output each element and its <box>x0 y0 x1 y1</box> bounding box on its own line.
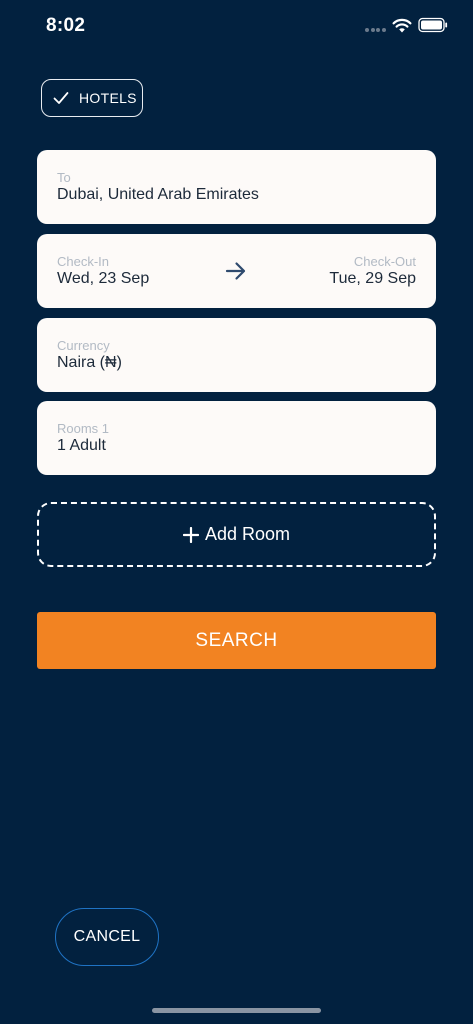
status-bar: 8:02 <box>0 0 473 50</box>
destination-value: Dubai, United Arab Emirates <box>57 186 259 203</box>
destination-label: To <box>57 170 71 185</box>
checkin-label: Check-In <box>57 254 110 269</box>
status-time: 8:02 <box>46 15 86 36</box>
currency-field[interactable]: Currency Naira (₦) <box>37 318 436 392</box>
plus-icon <box>182 526 199 543</box>
home-indicator[interactable] <box>152 1008 321 1013</box>
hotels-filter-chip[interactable]: HOTELS <box>41 79 143 117</box>
search-button[interactable]: SEARCH <box>37 612 436 669</box>
currency-value: Naira (₦) <box>57 354 122 371</box>
arrow-right-icon <box>225 262 246 280</box>
currency-label: Currency <box>57 338 110 353</box>
cellular-signal-icon <box>365 28 387 32</box>
hotels-chip-label: HOTELS <box>79 90 137 106</box>
battery-icon <box>418 17 448 33</box>
destination-field[interactable]: To Dubai, United Arab Emirates <box>37 150 436 224</box>
checkin-value: Wed, 23 Sep <box>57 270 150 287</box>
checkout-value: Tue, 29 Sep <box>329 270 416 287</box>
checkout-label: Check-Out <box>353 254 416 269</box>
dates-field[interactable]: Check-In Wed, 23 Sep Check-Out Tue, 29 S… <box>37 234 436 308</box>
rooms-value: 1 Adult <box>57 437 106 454</box>
rooms-field[interactable]: Rooms 1 1 Adult <box>37 401 436 475</box>
add-room-button[interactable]: Add Room <box>37 502 436 567</box>
add-room-label: Add Room <box>204 524 291 544</box>
check-icon <box>53 92 69 104</box>
search-label: SEARCH <box>195 629 278 651</box>
wifi-icon <box>392 18 412 33</box>
cancel-label: CANCEL <box>73 928 141 945</box>
rooms-label: Rooms 1 <box>57 421 110 436</box>
cancel-button[interactable]: CANCEL <box>55 908 159 966</box>
